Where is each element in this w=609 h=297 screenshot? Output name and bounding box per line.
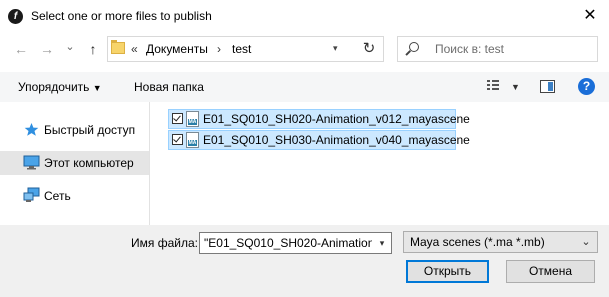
up-button[interactable]: ↑ bbox=[84, 40, 102, 58]
folder-icon bbox=[111, 40, 125, 54]
search-box[interactable]: Поиск в: test bbox=[397, 36, 598, 62]
refresh-button[interactable]: ↻ bbox=[357, 37, 381, 61]
file-row[interactable]: MA E01_SQ010_SH030-Animation_v040_mayasc… bbox=[168, 130, 470, 150]
quick-access-star-icon bbox=[24, 123, 39, 136]
help-icon[interactable]: ? bbox=[578, 78, 595, 95]
sidebar-item-label: Сеть bbox=[44, 189, 71, 203]
address-dropdown-icon[interactable]: ▾ bbox=[333, 43, 338, 54]
file-checkbox[interactable] bbox=[172, 134, 183, 145]
recent-locations-button[interactable]: ⌄ bbox=[61, 38, 79, 56]
sidebar-item-this-pc[interactable]: Этот компьютер bbox=[0, 151, 149, 175]
filetype-select[interactable]: Maya scenes (*.ma *.mb) ⌄ bbox=[403, 231, 598, 253]
filename-value: "E01_SQ010_SH020-Animation_v bbox=[204, 236, 372, 250]
forward-button[interactable]: → bbox=[38, 40, 56, 58]
cancel-button[interactable]: Отмена bbox=[506, 260, 595, 283]
chevron-down-icon[interactable]: ⌄ bbox=[578, 232, 594, 252]
sidebar-item-label: Быстрый доступ bbox=[44, 123, 136, 137]
maya-file-icon: MA bbox=[186, 132, 199, 148]
back-button[interactable]: ← bbox=[12, 40, 30, 58]
organize-button[interactable]: Упорядочить ▼ bbox=[18, 80, 102, 94]
breadcrumb-test[interactable]: test bbox=[232, 42, 251, 56]
search-icon bbox=[409, 42, 419, 52]
view-options-icon[interactable] bbox=[486, 79, 500, 93]
sidebar-item-network[interactable]: Сеть bbox=[0, 184, 149, 208]
file-row[interactable]: MA E01_SQ010_SH020-Animation_v012_mayasc… bbox=[168, 109, 470, 129]
search-placeholder: Поиск в: test bbox=[435, 42, 504, 56]
filename-label: Имя файла: bbox=[131, 236, 198, 250]
toolbar: Упорядочить ▼ Новая папка ▼ ? bbox=[0, 72, 609, 102]
file-name: E01_SQ010_SH030-Animation_v040_mayascene bbox=[203, 133, 470, 147]
chevron-down-icon: ▼ bbox=[92, 83, 102, 93]
sidebar-item-label: Этот компьютер bbox=[44, 156, 134, 170]
pane-divider[interactable] bbox=[149, 102, 150, 225]
close-button[interactable]: ✕ bbox=[577, 5, 603, 27]
maya-file-icon: MA bbox=[186, 111, 199, 127]
sidebar-item-quick-access[interactable]: Быстрый доступ bbox=[0, 118, 149, 142]
footer-panel: Имя файла: "E01_SQ010_SH020-Animation_v … bbox=[0, 225, 609, 297]
filename-field[interactable]: "E01_SQ010_SH020-Animation_v ▾ bbox=[199, 232, 392, 254]
breadcrumb-overflow[interactable]: « bbox=[131, 42, 138, 56]
title-bar: f Select one or more files to publish ✕ bbox=[0, 0, 609, 32]
network-icon bbox=[23, 187, 40, 202]
filetype-value: Maya scenes (*.ma *.mb) bbox=[410, 235, 545, 249]
preview-pane-icon[interactable] bbox=[540, 80, 555, 93]
view-dropdown-icon[interactable]: ▼ bbox=[511, 82, 520, 92]
computer-icon bbox=[23, 155, 40, 170]
breadcrumb-documents[interactable]: Документы bbox=[146, 42, 208, 56]
organize-label: Упорядочить bbox=[18, 80, 90, 94]
file-name: E01_SQ010_SH020-Animation_v012_mayascene bbox=[203, 112, 470, 126]
breadcrumb-separator[interactable]: › bbox=[217, 42, 221, 56]
window-title: Select one or more files to publish bbox=[31, 9, 212, 23]
app-icon: f bbox=[8, 9, 23, 24]
open-button[interactable]: Открыть bbox=[406, 260, 489, 283]
chevron-down-icon[interactable]: ▾ bbox=[374, 233, 390, 253]
file-checkbox[interactable] bbox=[172, 113, 183, 124]
new-folder-button[interactable]: Новая папка bbox=[134, 80, 204, 94]
address-bar[interactable]: « Документы › test bbox=[107, 36, 384, 62]
